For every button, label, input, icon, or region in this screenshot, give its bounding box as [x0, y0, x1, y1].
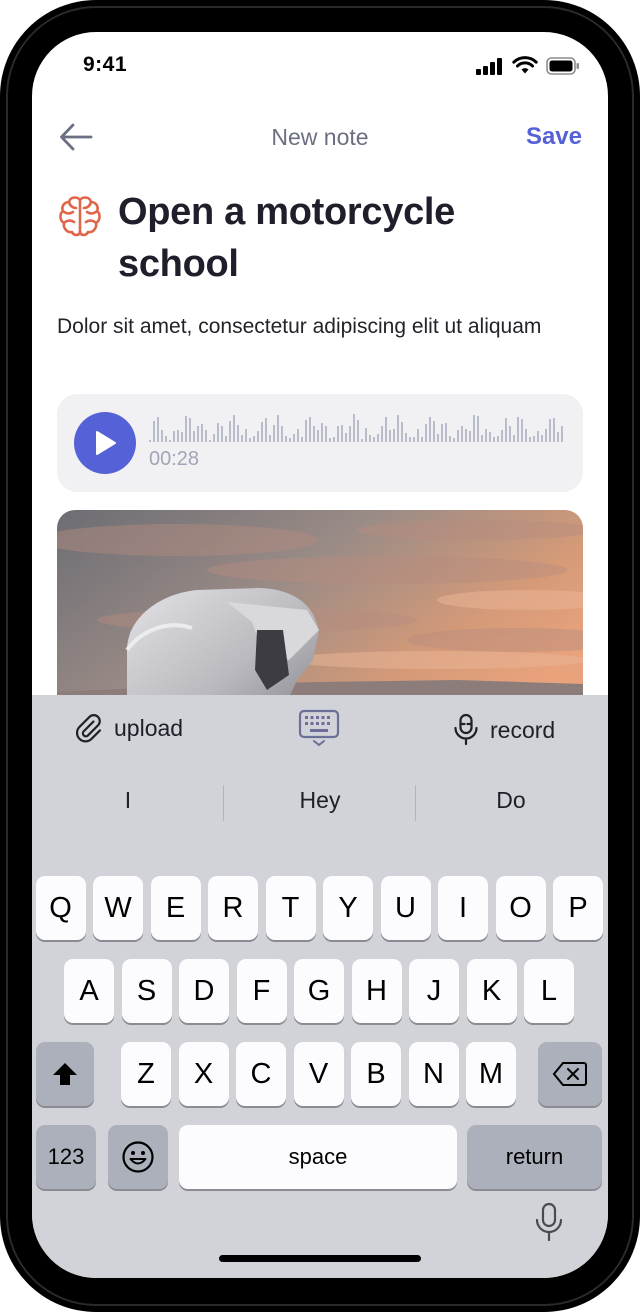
- key-l[interactable]: L: [524, 959, 574, 1023]
- page-title: New note: [271, 124, 369, 150]
- key-v[interactable]: V: [293, 1042, 344, 1106]
- keyboard-toolbar: upload record: [32, 695, 608, 765]
- phone-frame: 9:41 New note Save Open a motorcycle sch…: [0, 0, 640, 1312]
- key-i[interactable]: I: [438, 876, 488, 940]
- suggestion-item[interactable]: Do: [431, 787, 591, 814]
- signal-icon: [476, 57, 502, 75]
- key-k[interactable]: K: [466, 959, 517, 1023]
- suggestion-bar: I Hey Do: [32, 781, 608, 823]
- numbers-key[interactable]: 123: [36, 1125, 96, 1189]
- save-button[interactable]: Save: [526, 123, 582, 151]
- dictation-button[interactable]: [532, 1200, 566, 1244]
- audio-duration: 00:28: [149, 448, 200, 470]
- play-icon: [96, 431, 116, 455]
- status-icons: [476, 56, 580, 75]
- battery-icon: [546, 56, 579, 75]
- screen: 9:41 New note Save Open a motorcycle sch…: [32, 32, 608, 1278]
- key-j[interactable]: J: [409, 959, 459, 1023]
- key-q[interactable]: Q: [35, 876, 86, 940]
- suggestion-divider: [415, 785, 416, 821]
- key-b[interactable]: B: [351, 1042, 401, 1106]
- key-r[interactable]: R: [208, 876, 258, 940]
- note-title[interactable]: Open a motorcycle school: [118, 186, 578, 290]
- microphone-icon: [454, 713, 478, 746]
- key-w[interactable]: W: [93, 876, 143, 940]
- shift-key[interactable]: [36, 1042, 94, 1106]
- emoji-icon: [122, 1141, 154, 1173]
- suggestion-divider: [223, 785, 224, 821]
- paperclip-icon: [75, 714, 102, 743]
- key-d[interactable]: D: [179, 959, 229, 1023]
- audio-waveform[interactable]: [149, 410, 565, 444]
- key-e[interactable]: E: [150, 876, 201, 940]
- upload-button[interactable]: upload: [74, 713, 183, 743]
- key-t[interactable]: T: [265, 876, 316, 940]
- upload-label: upload: [114, 714, 184, 741]
- note-description[interactable]: Dolor sit amet, consectetur adipiscing e…: [57, 310, 577, 343]
- key-n[interactable]: N: [408, 1042, 459, 1106]
- return-key[interactable]: return: [467, 1125, 602, 1189]
- keyboard-dismiss-button[interactable]: [298, 709, 340, 747]
- audio-player: 00:28: [57, 394, 583, 492]
- play-button[interactable]: [74, 412, 136, 474]
- space-key[interactable]: space: [179, 1125, 457, 1189]
- status-bar: 9:41: [32, 32, 608, 102]
- key-m[interactable]: M: [466, 1042, 516, 1106]
- key-y[interactable]: Y: [323, 876, 373, 940]
- key-g[interactable]: G: [294, 959, 344, 1023]
- key-a[interactable]: A: [64, 959, 114, 1023]
- key-z[interactable]: Z: [121, 1042, 171, 1106]
- key-u[interactable]: U: [380, 876, 431, 940]
- key-s[interactable]: S: [121, 959, 172, 1023]
- shift-icon: [53, 1063, 77, 1085]
- delete-key[interactable]: [538, 1042, 602, 1106]
- key-c[interactable]: C: [236, 1042, 286, 1106]
- record-label: record: [490, 716, 556, 743]
- key-o[interactable]: O: [495, 876, 546, 940]
- key-h[interactable]: H: [351, 959, 402, 1023]
- suggestion-item[interactable]: Hey: [240, 787, 400, 814]
- home-indicator: [219, 1255, 421, 1262]
- microphone-icon: [535, 1202, 563, 1242]
- status-time: 9:41: [83, 53, 128, 76]
- key-f[interactable]: F: [236, 959, 287, 1023]
- backspace-icon: [552, 1062, 587, 1086]
- brain-icon: [59, 196, 101, 237]
- keyboard: upload record I Hey Do Q W E R T Y U I O…: [32, 695, 608, 1278]
- key-p[interactable]: P: [553, 876, 603, 940]
- record-button[interactable]: record: [452, 713, 555, 747]
- keyboard-icon: [298, 709, 340, 747]
- nav-bar: New note Save: [32, 117, 608, 161]
- key-x[interactable]: X: [178, 1042, 229, 1106]
- suggestion-item[interactable]: I: [48, 787, 208, 814]
- wifi-icon: [512, 56, 538, 74]
- emoji-key[interactable]: [108, 1125, 168, 1189]
